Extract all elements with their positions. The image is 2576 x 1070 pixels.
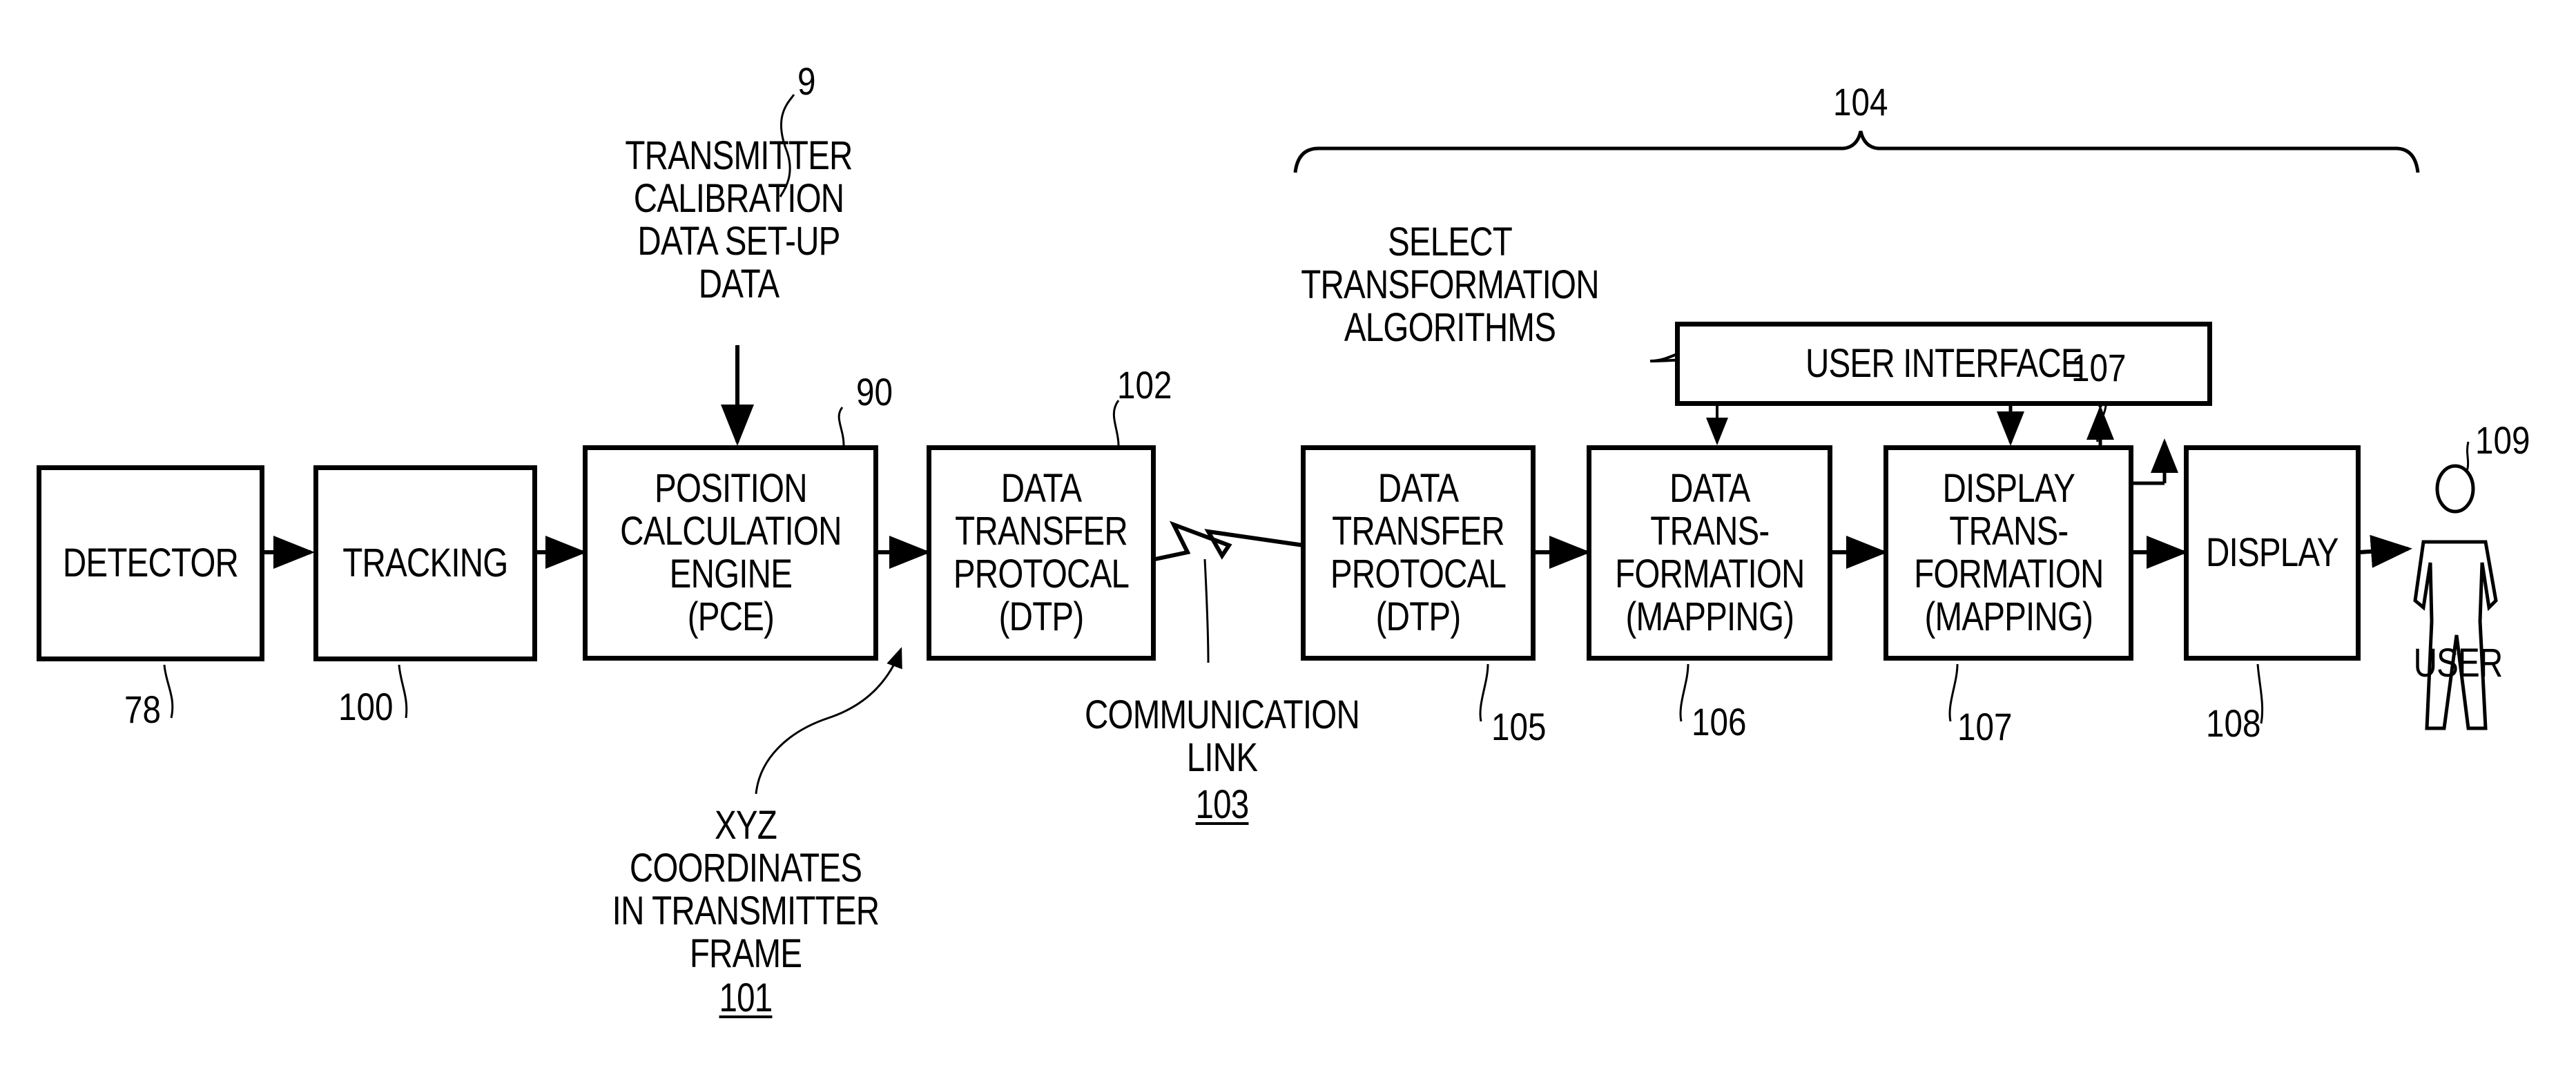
calibration-annotation: TRANSMITTER CALIBRATION DATA SET-UP DATA	[625, 133, 853, 307]
tracking-block: TRACKING	[313, 465, 537, 661]
user-icon	[2413, 464, 2498, 730]
select-algorithms-annotation: SELECT TRANSFORMATION ALGORITHMS	[1301, 220, 1599, 350]
user-label: USER	[2413, 641, 2504, 685]
display-transformation-block: DISPLAY TRANS- FORMATION (MAPPING)	[1883, 445, 2133, 661]
communication-link-bolt	[1154, 521, 1304, 561]
detector-block: DETECTOR	[37, 465, 264, 661]
ref-108: 108	[2206, 701, 2261, 745]
ref-100: 100	[338, 685, 394, 728]
tracking-label: TRACKING	[342, 541, 508, 585]
dtp-receive-block: DATA TRANSFER PROTOCAL (DTP)	[1301, 445, 1536, 661]
data-transformation-block: DATA TRANS- FORMATION (MAPPING)	[1587, 445, 1832, 661]
ref-104: 104	[1833, 80, 1888, 124]
comm-link-annotation: COMMUNICATION LINK	[1085, 692, 1360, 780]
ref-109: 109	[2475, 418, 2530, 462]
pce-label: POSITION CALCULATION ENGINE (PCE)	[619, 466, 842, 639]
group-brace	[1293, 130, 2420, 173]
leader-100	[398, 664, 408, 719]
leader-106	[1679, 663, 1689, 722]
leader-90	[837, 407, 845, 446]
arrow-display-user	[2359, 534, 2412, 568]
comm-link-ref: 103	[1195, 782, 1250, 827]
ref-107-box: 107	[1957, 705, 2013, 748]
xyz-ref: 101	[719, 975, 773, 1020]
leader-107-box	[1948, 663, 1959, 722]
display-transformation-label: DISPLAY TRANS- FORMATION (MAPPING)	[1913, 466, 2104, 639]
pce-block: POSITION CALCULATION ENGINE (PCE)	[583, 445, 878, 661]
leader-comm-link	[1203, 558, 1210, 663]
ref-90: 90	[856, 370, 893, 414]
leader-105	[1479, 663, 1489, 722]
detector-label: DETECTOR	[62, 541, 239, 585]
data-transformation-label: DATA TRANS- FORMATION (MAPPING)	[1614, 466, 1805, 639]
ref-78: 78	[124, 688, 161, 731]
ref-9: 9	[797, 59, 816, 103]
display-label: DISPLAY	[2206, 530, 2338, 575]
ref-107-ui: 107	[2071, 346, 2127, 389]
dtp-transmit-block: DATA TRANSFER PROTOCAL (DTP)	[927, 445, 1156, 661]
dtp-receive-label: DATA TRANSFER PROTOCAL (DTP)	[1330, 466, 1507, 639]
display-block: DISPLAY	[2184, 445, 2361, 661]
user-interface-block: USER INTERFACE	[1675, 322, 2212, 406]
user-interface-label: USER INTERFACE	[1805, 341, 2083, 386]
leader-78	[163, 664, 174, 719]
leader-102	[1112, 400, 1120, 446]
arrow-xyz	[755, 647, 902, 795]
ref-106: 106	[1692, 700, 1747, 743]
dtp-transmit-label: DATA TRANSFER PROTOCAL (DTP)	[953, 466, 1130, 639]
ref-105: 105	[1491, 705, 1547, 748]
xyz-annotation: XYZ COORDINATES IN TRANSMITTER FRAME	[612, 803, 880, 976]
ref-102: 102	[1117, 363, 1172, 407]
